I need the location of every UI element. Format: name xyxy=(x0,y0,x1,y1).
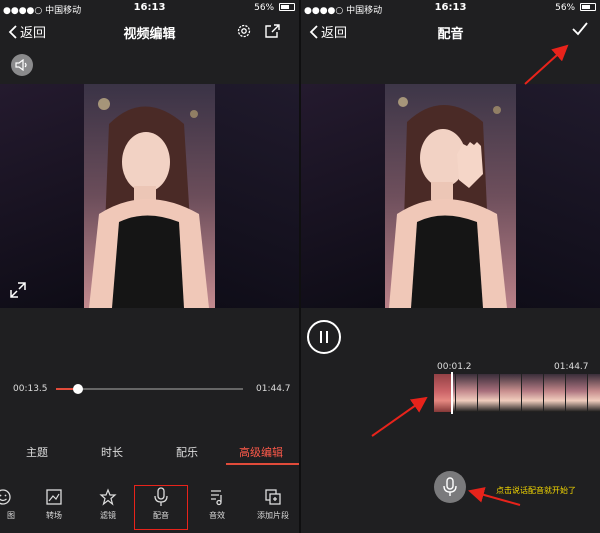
tool-label: 添加片段 xyxy=(257,511,289,520)
video-blur-left xyxy=(0,84,84,308)
emoji-icon xyxy=(0,489,11,505)
add-clip-icon xyxy=(265,489,281,505)
tool-transition[interactable]: 转场 xyxy=(31,486,77,521)
timeline-cursor xyxy=(451,372,453,414)
active-tab-indicator xyxy=(226,463,299,465)
share-icon xyxy=(265,24,280,38)
volume-button[interactable] xyxy=(11,54,33,76)
battery-icon xyxy=(580,3,596,11)
timeline-thumbnail xyxy=(588,374,600,412)
pause-button[interactable] xyxy=(307,320,341,354)
timeline-thumbnail xyxy=(500,374,522,412)
progress-track[interactable] xyxy=(56,388,243,390)
record-voice-button[interactable] xyxy=(434,471,466,503)
thumbnail-timeline[interactable] xyxy=(434,374,600,412)
total-time: 01:44.7 xyxy=(256,384,291,394)
progress-knob[interactable] xyxy=(73,384,83,394)
video-preview[interactable] xyxy=(0,84,299,308)
tool-label: 音效 xyxy=(209,511,225,520)
video-blur-left xyxy=(301,84,385,308)
battery-percent: 56% xyxy=(254,3,275,13)
video-blur-right xyxy=(516,84,600,308)
filter-icon xyxy=(99,488,117,506)
status-bar: ●●●●○ 中国移动 16:13 56% xyxy=(301,0,600,16)
video-frame xyxy=(84,84,215,308)
speaker-icon xyxy=(15,59,27,71)
page-title: 视频编辑 xyxy=(123,27,176,42)
mic-icon xyxy=(443,477,457,496)
tool-label: 图 xyxy=(7,511,15,520)
status-bar: ●●●●○ 中国移动 16:13 56% xyxy=(0,0,299,16)
tab-music[interactable]: 配乐 xyxy=(176,444,198,460)
fullscreen-button[interactable] xyxy=(9,281,27,303)
edit-tabs: 主题 时长 配乐 高级编辑 xyxy=(0,444,299,466)
tab-theme[interactable]: 主题 xyxy=(26,444,48,460)
battery-icon xyxy=(279,3,295,11)
status-right: 56% xyxy=(555,3,596,13)
tool-label: 转场 xyxy=(46,511,62,520)
pause-icon xyxy=(320,331,328,343)
timeline-thumbnail xyxy=(566,374,588,412)
recorded-segment xyxy=(434,374,452,412)
dubbing-highlight xyxy=(134,485,188,530)
dubbing-screen: ●●●●○ 中国移动 16:13 56% 返回 配音 00:01.2 01:44… xyxy=(301,0,600,533)
confirm-button[interactable] xyxy=(571,21,589,41)
share-button[interactable] xyxy=(264,23,281,43)
recorded-time: 00:01.2 xyxy=(437,362,472,372)
expand-icon xyxy=(10,282,26,298)
timeline-thumbnail xyxy=(478,374,500,412)
tool-sound-effect[interactable]: 音效 xyxy=(194,486,240,521)
page-title: 配音 xyxy=(437,27,464,42)
gear-icon xyxy=(237,24,251,38)
timeline-thumbnail xyxy=(522,374,544,412)
annotation-text: 点击说话配音就开始了 xyxy=(496,486,576,495)
tool-label: 滤镜 xyxy=(100,511,116,520)
total-time: 01:44.7 xyxy=(554,362,589,372)
nav-bar: 返回 视频编辑 xyxy=(0,18,299,46)
checkmark-icon xyxy=(572,22,588,36)
settings-button[interactable] xyxy=(236,23,252,43)
battery-percent: 56% xyxy=(555,3,576,13)
nav-bar: 返回 配音 xyxy=(301,18,600,46)
tool-add-clip[interactable]: 添加片段 xyxy=(250,486,296,521)
video-blur-right xyxy=(215,84,299,308)
tab-duration[interactable]: 时长 xyxy=(101,444,123,460)
timeline-thumbnail xyxy=(544,374,566,412)
video-edit-screen: ●●●●○ 中国移动 16:13 56% 返回 视频编辑 00:13.5 01:… xyxy=(0,0,299,533)
current-time: 00:13.5 xyxy=(13,384,48,394)
transition-icon xyxy=(46,489,62,505)
video-frame xyxy=(385,84,516,308)
tool-sticker[interactable]: 图 xyxy=(0,486,26,521)
tool-filter[interactable]: 滤镜 xyxy=(85,486,131,521)
tab-advanced[interactable]: 高级编辑 xyxy=(239,444,283,460)
sound-effect-icon xyxy=(211,490,222,506)
timeline-thumbnail xyxy=(456,374,478,412)
status-right: 56% xyxy=(254,3,295,13)
video-preview[interactable] xyxy=(301,84,600,308)
